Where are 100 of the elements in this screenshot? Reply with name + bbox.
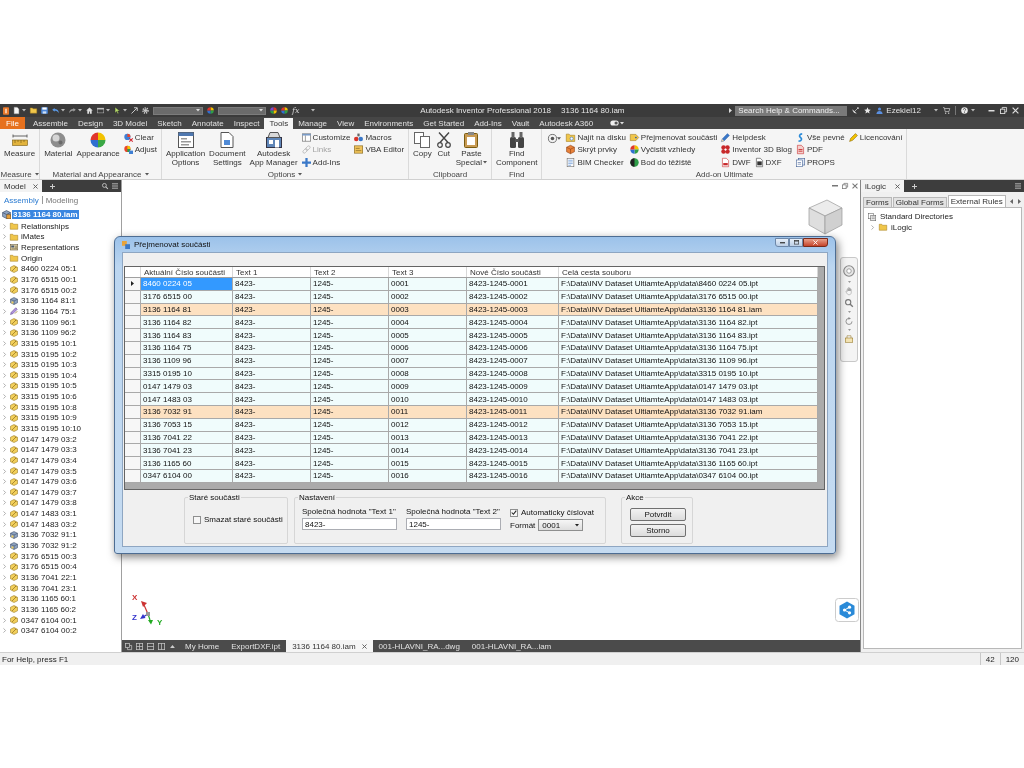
chevron-icon[interactable] xyxy=(3,479,6,485)
chevron-icon[interactable] xyxy=(3,234,6,240)
ribbon-button[interactable]: Adjust xyxy=(123,145,157,155)
chevron-icon[interactable] xyxy=(3,532,6,538)
tree-item[interactable]: 0347 6104 00:1 xyxy=(20,615,78,625)
ribbon-button[interactable]: Copy xyxy=(411,129,434,159)
browser-tab[interactable]: Model xyxy=(0,180,42,192)
chevron-icon[interactable] xyxy=(3,277,6,282)
chevron-icon[interactable] xyxy=(3,404,6,410)
chevron-icon[interactable] xyxy=(3,457,6,463)
tree-item[interactable]: iMates xyxy=(20,232,46,242)
arrow-icon[interactable] xyxy=(131,107,138,114)
checkbox[interactable] xyxy=(193,515,201,524)
ribbon-button[interactable]: Appearance xyxy=(74,129,122,159)
menu-icon[interactable] xyxy=(1015,183,1021,189)
checkbox[interactable] xyxy=(510,508,518,517)
columns-icon[interactable] xyxy=(158,642,165,650)
tree-item[interactable]: 3136 1109 96:2 xyxy=(20,328,77,338)
tree-item[interactable]: Representations xyxy=(20,243,81,253)
chevron-icon[interactable] xyxy=(3,617,6,623)
table-row[interactable]: 3136 1164 83 8423- 1245- 0005 8423-1245-0005 F:\Data\INV Dataset UltiamteApp\data\3136 1164 83.ipt xyxy=(125,329,818,342)
tree-item[interactable]: 0147 1479 03:2 xyxy=(20,434,78,444)
ribbon-button[interactable]: Helpdesk xyxy=(721,132,766,142)
chevron-icon[interactable] xyxy=(3,383,6,389)
tree-item[interactable]: 3315 0195 10:2 xyxy=(20,349,78,359)
logo-icon[interactable] xyxy=(3,106,9,115)
text-field[interactable]: 1245- xyxy=(406,518,501,530)
ribbon-button[interactable]: Vyčistit vzhledy xyxy=(629,145,696,155)
tree-item[interactable]: 3136 1164 75:1 xyxy=(20,306,77,316)
magnifier-icon[interactable] xyxy=(845,299,853,307)
chevron-icon[interactable] xyxy=(3,308,6,314)
ribbon-tab[interactable]: Autodesk A360 xyxy=(534,117,599,129)
tree-item[interactable]: iLogic xyxy=(890,223,913,232)
panel-label[interactable]: Material and Appearance xyxy=(52,170,149,179)
chevron-icon[interactable] xyxy=(3,447,6,453)
ribbon-button[interactable]: Licencování xyxy=(848,132,903,142)
tree-item[interactable]: 3176 6515 00:3 xyxy=(20,551,78,561)
ribbon-tab[interactable]: Design xyxy=(73,117,108,129)
checkbox-label[interactable]: Automaticky číslovat xyxy=(521,508,594,517)
cascade-icon[interactable] xyxy=(125,642,132,650)
chevron-icon[interactable] xyxy=(3,340,6,346)
share-icon[interactable] xyxy=(835,598,859,622)
ribbon-tab[interactable]: Manage xyxy=(293,117,333,129)
action-button[interactable]: Storno xyxy=(630,524,686,537)
minimize-button[interactable] xyxy=(775,238,789,247)
chevron-icon[interactable] xyxy=(3,351,6,357)
ribbon-button[interactable]: Bod do těžiště xyxy=(629,157,692,167)
ribbon-button[interactable]: BIM Checker xyxy=(566,157,624,167)
column-header[interactable]: Text 2 xyxy=(311,267,389,277)
ribbon-tab[interactable]: Get Started xyxy=(418,117,470,129)
action-button[interactable]: Potvrdit xyxy=(630,508,686,521)
caret-icon[interactable] xyxy=(934,109,938,112)
chevron-icon[interactable] xyxy=(3,298,6,304)
ball-icon[interactable] xyxy=(207,107,214,114)
tree-item[interactable]: 3315 0195 10:10 xyxy=(20,424,83,433)
chevron-icon[interactable] xyxy=(3,543,6,549)
tree-item[interactable]: Standard Directories xyxy=(879,212,954,221)
chevron-icon[interactable] xyxy=(871,225,874,230)
tree-item[interactable]: 3136 7032 91:2 xyxy=(20,541,78,551)
chevron-icon[interactable] xyxy=(3,521,6,527)
table-row[interactable]: 0147 1479 03 8423- 1245- 0009 8423-1245-0009 F:\Data\INV Dataset UltiamteApp\data\0147 1479 03.ipt xyxy=(125,380,818,394)
caret-icon[interactable] xyxy=(78,109,82,112)
caret-icon[interactable] xyxy=(123,109,127,112)
close-button[interactable] xyxy=(803,238,828,247)
star-icon[interactable] xyxy=(864,107,872,114)
ribbon-tab[interactable]: Vault xyxy=(506,117,535,129)
ribbon-button[interactable]: Clear xyxy=(123,132,154,142)
tree-item[interactable]: 0347 6104 00:2 xyxy=(20,626,78,636)
text-field[interactable]: 8423- xyxy=(302,518,397,530)
chevron-icon[interactable] xyxy=(3,362,6,368)
redo-icon[interactable] xyxy=(69,107,76,114)
tree-item[interactable]: 3136 7032 91:1 xyxy=(20,530,78,540)
tree-item[interactable]: 0147 1479 03:4 xyxy=(20,455,78,465)
chevron-icon[interactable] xyxy=(3,596,6,602)
ribbon-button[interactable]: Paste Special xyxy=(453,129,490,167)
document-tab[interactable]: 001-HLAVNI_RA...iam xyxy=(465,640,558,652)
tree-item[interactable]: 3176 6515 00:2 xyxy=(20,285,78,295)
tree-item[interactable]: 3176 6515 00:4 xyxy=(20,562,78,572)
style-dropdown[interactable] xyxy=(153,106,203,115)
panel-tab[interactable]: iLogic xyxy=(861,180,904,192)
window-icon[interactable] xyxy=(97,107,104,114)
document-tab[interactable]: 001-HLAVNI_RA...dwg xyxy=(372,640,466,652)
tree-item[interactable]: 8460 0224 05:1 xyxy=(20,264,78,274)
panel-label[interactable]: Options xyxy=(267,170,303,179)
caret-up-icon[interactable] xyxy=(170,644,175,648)
caret-icon[interactable] xyxy=(971,109,975,112)
rotate-icon[interactable] xyxy=(845,317,853,325)
chevron-icon[interactable] xyxy=(3,574,6,580)
ribbon-button[interactable]: Application Options xyxy=(163,129,208,167)
caret-icon[interactable] xyxy=(106,109,110,112)
tree-item[interactable]: 3136 7041 22:1 xyxy=(20,572,78,582)
caret-icon[interactable] xyxy=(620,121,625,125)
scroll-right-icon[interactable] xyxy=(1017,199,1021,204)
tree-item[interactable]: 3315 0195 10:4 xyxy=(20,370,78,380)
ribbon-button[interactable]: DWF xyxy=(721,157,751,167)
panel-label[interactable]: Measure xyxy=(0,170,39,179)
ribbon-tab[interactable]: View xyxy=(332,117,360,129)
wheel-icon[interactable] xyxy=(843,265,855,277)
tree-item[interactable]: 0147 1483 03:2 xyxy=(20,519,78,529)
ribbon-tab[interactable]: Add-Ins xyxy=(469,117,507,129)
